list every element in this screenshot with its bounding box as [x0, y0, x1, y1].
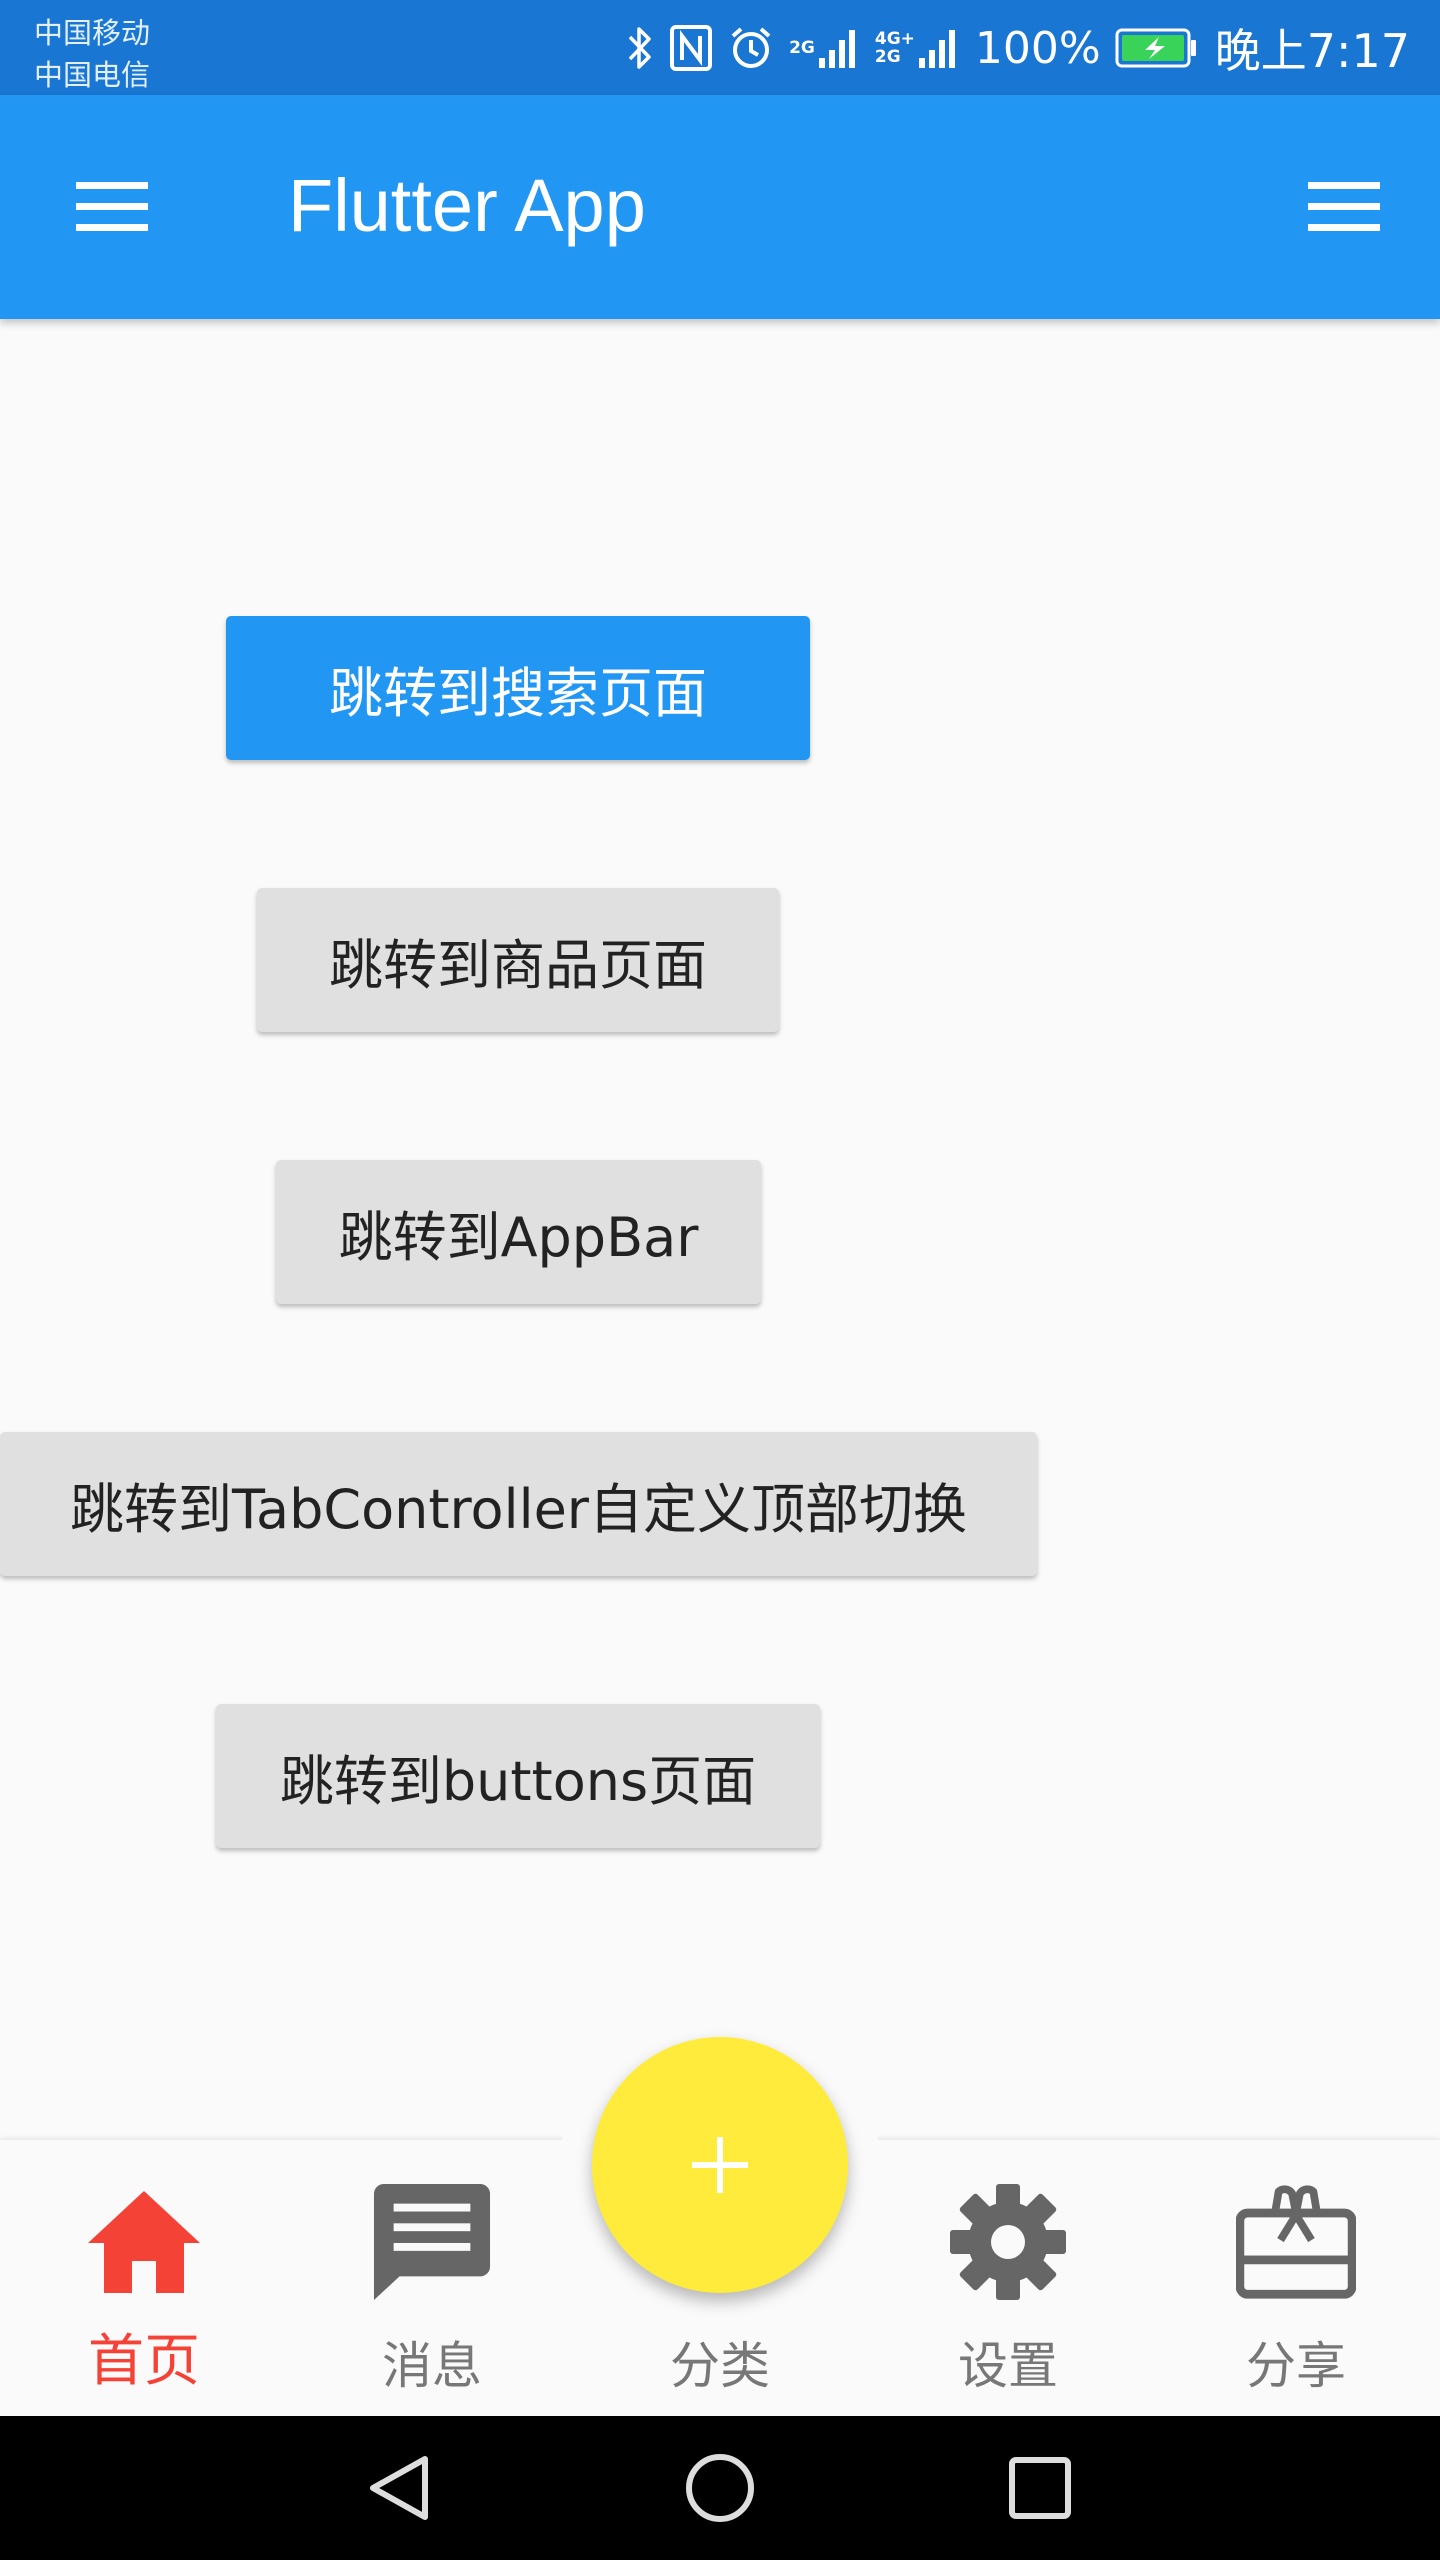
- back-icon: [370, 2456, 428, 2520]
- recents-icon: [1009, 2457, 1071, 2519]
- search-page-button[interactable]: 跳转到搜索页面: [226, 616, 810, 760]
- carrier-2: 中国电信: [34, 58, 151, 92]
- nav-label-home: 首页: [88, 2329, 200, 2394]
- add-icon: [692, 2137, 748, 2193]
- nav-item-home[interactable]: 首页: [0, 2140, 288, 2416]
- network-type-2-top: 4G+: [874, 29, 915, 49]
- system-navigation-bar: [0, 2416, 1440, 2560]
- status-icons: 2G 4G+ 2G 100% 晚上7:17: [625, 18, 1410, 78]
- clock: 晚上7:17: [1214, 24, 1410, 78]
- menu-icon: [1308, 182, 1380, 231]
- tabcontroller-page-button[interactable]: 跳转到TabController自定义顶部切换: [0, 1432, 1037, 1576]
- status-bar: 中国移动 中国电信 2G 4G+ 2G 100% 晚上7:17: [0, 0, 1440, 95]
- nav-label-category: 分类: [670, 2337, 770, 2395]
- nav-item-messages[interactable]: 消息: [288, 2140, 576, 2416]
- menu-icon: [76, 182, 148, 231]
- home-button[interactable]: [680, 2448, 760, 2528]
- menu-button-right[interactable]: [1304, 167, 1384, 247]
- nav-label-share: 分享: [1246, 2337, 1346, 2395]
- product-page-button[interactable]: 跳转到商品页面: [257, 888, 779, 1032]
- nav-label-settings: 设置: [958, 2337, 1058, 2395]
- back-button[interactable]: [358, 2448, 438, 2528]
- nfc-icon: [669, 20, 713, 76]
- menu-button-left[interactable]: [72, 167, 152, 247]
- appbar-page-button[interactable]: 跳转到AppBar: [276, 1160, 761, 1304]
- message-icon: [372, 2182, 492, 2302]
- add-fab-button[interactable]: [592, 2037, 848, 2293]
- recents-button[interactable]: [1000, 2448, 1080, 2528]
- nav-item-settings[interactable]: 设置: [864, 2140, 1152, 2416]
- battery-charging-icon: [1115, 20, 1197, 76]
- nav-item-share[interactable]: 分享: [1152, 2140, 1440, 2416]
- battery-percent: 100%: [974, 22, 1101, 74]
- app-title: Flutter App: [288, 164, 646, 247]
- network-type-1: 2G: [789, 38, 815, 58]
- nav-label-messages: 消息: [382, 2337, 482, 2395]
- app-bar: Flutter App: [0, 95, 1440, 319]
- network-type-2-bottom: 2G: [874, 47, 901, 67]
- settings-icon: [948, 2182, 1068, 2302]
- signal-icon: 2G: [789, 20, 861, 76]
- home-circle-icon: [686, 2454, 754, 2522]
- card-giftcard-icon: [1236, 2182, 1356, 2302]
- alarm-icon: [727, 20, 775, 76]
- signal-icon: 4G+ 2G: [875, 20, 961, 76]
- carrier-1: 中国移动: [34, 16, 151, 50]
- bluetooth-icon: [625, 20, 655, 76]
- network-type-2: 4G+ 2G: [875, 30, 915, 66]
- home-icon: [84, 2182, 204, 2302]
- buttons-page-button[interactable]: 跳转到buttons页面: [216, 1704, 820, 1848]
